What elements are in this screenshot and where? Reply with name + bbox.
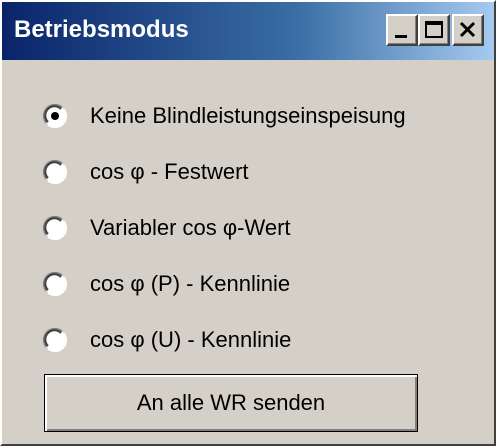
option-label: cos φ (P) - Kennlinie [90,271,291,296]
minimize-button[interactable] [386,14,418,46]
title-bar[interactable]: Betriebsmodus [2,2,494,60]
minimize-icon [395,35,407,38]
window-title: Betriebsmodus [14,16,189,43]
betriebsmodus-window: Betriebsmodus Keine Blindleistungseinspe… [0,0,496,446]
close-button[interactable] [452,14,484,46]
radio-unselected-icon [42,327,68,353]
option-label: cos φ (U) - Kennlinie [90,327,292,352]
radio-button[interactable] [42,327,68,353]
option-keine-blindleistung[interactable]: Keine Blindleistungseinspeisung [42,96,406,136]
radio-button[interactable] [42,215,68,241]
maximize-icon [425,21,443,38]
option-cos-phi-festwert[interactable]: cos φ - Festwert [42,152,249,192]
option-cos-phi-p-kennlinie[interactable]: cos φ (P) - Kennlinie [42,264,290,304]
radio-button[interactable] [42,159,68,185]
maximize-button[interactable] [418,14,450,46]
option-label: Variabler cos φ-Wert [90,215,291,240]
radio-unselected-icon [42,159,68,185]
radio-unselected-icon [42,215,68,241]
radio-button[interactable] [42,271,68,297]
radio-unselected-icon [42,271,68,297]
option-label: cos φ - Festwert [90,159,249,184]
radio-selected-icon [42,103,68,129]
send-to-all-inverters-button[interactable]: An alle WR senden [44,374,418,432]
option-cos-phi-u-kennlinie[interactable]: cos φ (U) - Kennlinie [42,320,291,360]
option-label: Keine Blindleistungseinspeisung [90,103,406,128]
close-icon [459,21,476,38]
option-variabler-cos-phi[interactable]: Variabler cos φ-Wert [42,208,291,248]
radio-button[interactable] [42,103,68,129]
